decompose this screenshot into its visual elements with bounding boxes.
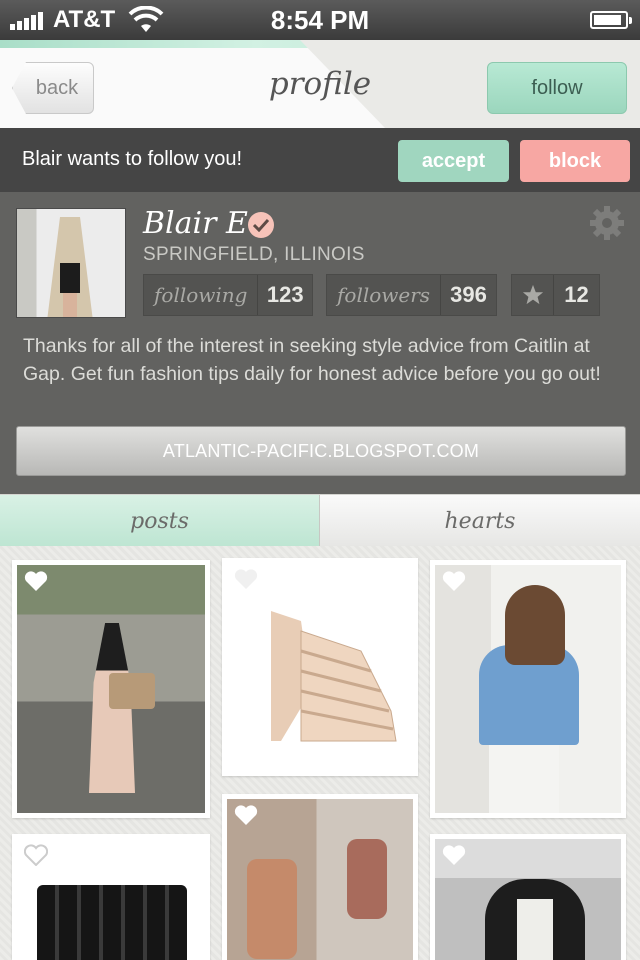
heart-icon[interactable] <box>442 844 466 866</box>
heart-icon[interactable] <box>24 570 48 592</box>
posts-grid <box>0 546 640 960</box>
profile-name: Blair E. <box>143 206 258 241</box>
post-photo <box>227 563 413 771</box>
post-card[interactable] <box>430 834 626 960</box>
stars-count: 12 <box>564 282 589 307</box>
heart-icon[interactable] <box>442 570 466 592</box>
heart-icon[interactable] <box>24 844 48 866</box>
post-photo <box>435 565 621 813</box>
tab-hearts[interactable]: hearts <box>320 495 640 547</box>
followers-stat[interactable]: followers 396 <box>326 274 497 316</box>
post-photo <box>17 565 205 813</box>
post-card[interactable] <box>222 794 418 960</box>
post-card[interactable] <box>430 560 626 818</box>
heart-icon[interactable] <box>234 568 258 590</box>
status-time: 8:54 PM <box>270 5 370 35</box>
following-stat[interactable]: following 123 <box>143 274 313 316</box>
following-count: 123 <box>266 282 304 307</box>
battery-icon <box>590 11 632 29</box>
follow-button[interactable]: follow <box>487 62 627 114</box>
avatar[interactable] <box>16 208 126 318</box>
following-label: following <box>144 275 259 315</box>
heart-icon[interactable] <box>234 804 258 826</box>
accept-button[interactable]: accept <box>398 140 509 182</box>
profile-location: SPRINGFIELD, ILLINOIS <box>143 244 365 265</box>
battery-level <box>594 15 621 25</box>
follow-request-message: Blair wants to follow you! <box>22 148 243 170</box>
post-card[interactable] <box>222 558 418 776</box>
status-bar: AT&T 8:54 PM <box>0 0 640 40</box>
tab-posts[interactable]: posts <box>0 495 320 547</box>
nav-bar: back profile follow <box>0 40 640 128</box>
verified-check-icon <box>248 212 274 238</box>
profile-bio: Thanks for all of the interest in seekin… <box>23 335 601 385</box>
block-button[interactable]: block <box>520 140 630 182</box>
stars-stat[interactable]: 12 <box>511 274 600 316</box>
followers-count: 396 <box>450 282 487 307</box>
post-card[interactable] <box>12 560 210 818</box>
blog-link-button[interactable]: ATLANTIC-PACIFIC.BLOGSPOT.COM <box>16 426 626 476</box>
gear-icon[interactable] <box>588 204 626 242</box>
follow-request-bar: Blair wants to follow you! accept block <box>0 128 640 192</box>
profile-tabs: posts hearts <box>0 494 640 557</box>
post-card[interactable] <box>12 834 210 960</box>
star-icon <box>512 275 554 315</box>
profile-header: Blair E. SPRINGFIELD, ILLINOIS following… <box>0 192 640 494</box>
followers-label: followers <box>327 275 442 315</box>
